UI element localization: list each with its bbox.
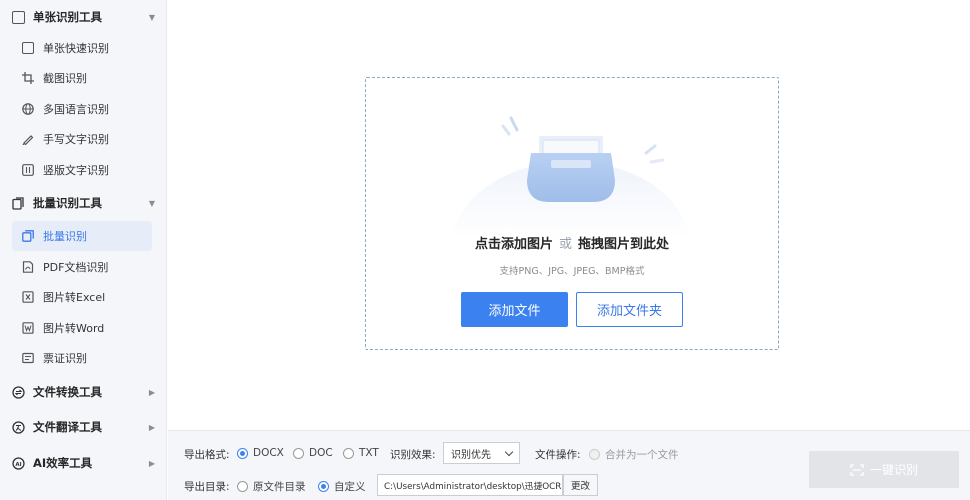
merge-into-one-radio[interactable]: 合并为一个文件 [589, 447, 679, 462]
sidebar-item-label: 截图识别 [43, 72, 87, 85]
sidebar-item-label: PDF文档识别 [43, 261, 109, 274]
export-settings-bar: 导出格式: DOCX DOC TXT 识别效果: 识别优先 文件操作: 合并为一… [168, 430, 970, 500]
upload-tray-illustration [451, 116, 691, 238]
chevron-right-icon: ▶ [148, 387, 155, 397]
radio-indicator [237, 447, 248, 459]
sidebar-item-label: 竖版文字识别 [43, 164, 109, 177]
radio-indicator [318, 481, 329, 492]
upload-title-or: 或 [558, 237, 572, 252]
excel-icon [22, 291, 34, 303]
sidebar-item-label: 图片转Excel [43, 291, 106, 304]
sidebar-item-label: 单张快速识别 [43, 42, 109, 55]
format-radio-docx[interactable]: DOCX [237, 447, 284, 459]
change-dir-button[interactable]: 更改 [563, 474, 598, 496]
group-ai-tools[interactable]: AI AI效率工具 ▶ [0, 450, 167, 476]
crop-icon [22, 72, 34, 84]
receipt-icon [22, 352, 34, 364]
radio-indicator [589, 449, 600, 460]
pdf-icon [22, 261, 34, 273]
one-click-recognize-button[interactable]: 一键识别 [809, 451, 959, 488]
sidebar-item-image-to-word[interactable]: 图片转Word [12, 313, 152, 343]
batch-icon [22, 230, 34, 242]
sidebar-item-quick-recognition[interactable]: 单张快速识别 [12, 33, 152, 63]
add-folder-button[interactable]: 添加文件夹 [576, 292, 683, 327]
dir-radio-custom[interactable]: 自定义 [318, 479, 366, 494]
merge-label: 合并为一个文件 [605, 449, 679, 461]
radio-indicator [293, 447, 304, 459]
sidebar-item-image-to-excel[interactable]: 图片转Excel [12, 282, 152, 312]
svg-text:AI: AI [15, 461, 21, 467]
export-dir-label: 导出目录: [184, 481, 230, 493]
sidebar-item-screenshot[interactable]: 截图识别 [12, 63, 152, 93]
export-path-field[interactable]: C:\Users\Administrator\desktop\迅捷OCR文 [377, 474, 563, 496]
drop-zone[interactable]: 点击添加图片或拖拽图片到此处 支持PNG、JPG、JPEG、BMP格式 添加文件… [365, 77, 779, 350]
sidebar-item-label: 多国语言识别 [43, 103, 109, 116]
sidebar-item-handwriting[interactable]: 手写文字识别 [12, 124, 152, 154]
run-label: 一键识别 [869, 463, 918, 477]
sidebar-item-label: 票证识别 [43, 352, 87, 365]
supported-formats-hint: 支持PNG、JPG、JPEG、BMP格式 [499, 266, 645, 277]
main-content: 点击添加图片或拖拽图片到此处 支持PNG、JPG、JPEG、BMP格式 添加文件… [168, 0, 970, 430]
chevron-right-icon: ▶ [148, 458, 155, 468]
format-radio-doc[interactable]: DOC [293, 447, 333, 459]
radio-indicator [343, 447, 354, 459]
group-batch-recognition[interactable]: 批量识别工具 ▼ [0, 190, 167, 216]
sidebar-item-label: 图片转Word [43, 322, 105, 335]
single-doc-icon [12, 10, 25, 24]
vertical-text-icon [22, 164, 34, 176]
sidebar-item-receipt[interactable]: 票证识别 [12, 343, 152, 373]
radio-indicator [237, 481, 248, 492]
format-label: TXT [359, 447, 379, 459]
upload-title-part1: 点击添加图片 [474, 237, 553, 252]
group-label: 文件翻译工具 [33, 420, 102, 434]
dir-option-label: 原文件目录 [253, 481, 306, 493]
chevron-down-icon: ▼ [148, 12, 155, 22]
sidebar-item-label: 手写文字识别 [43, 133, 109, 146]
upload-title: 点击添加图片或拖拽图片到此处 [366, 233, 778, 252]
format-radio-txt[interactable]: TXT [343, 447, 379, 459]
add-file-button[interactable]: 添加文件 [461, 292, 568, 327]
pen-icon [22, 133, 34, 146]
format-label: DOC [309, 447, 333, 459]
ocr-app-window: 单张识别工具 ▼ 单张快速识别 截图识别 多国语言识别 手写文字识别 竖版文字识… [0, 0, 970, 500]
group-label: AI效率工具 [33, 456, 93, 470]
translate-icon [12, 420, 25, 434]
dir-option-label: 自定义 [334, 481, 366, 493]
export-format-label: 导出格式: [184, 449, 230, 461]
file-operation-label: 文件操作: [535, 449, 581, 461]
sidebar-item-multilanguage[interactable]: 多国语言识别 [12, 94, 152, 124]
group-single-recognition[interactable]: 单张识别工具 ▼ [0, 4, 167, 30]
word-icon [22, 322, 34, 334]
group-label: 文件转换工具 [33, 385, 102, 399]
group-label: 单张识别工具 [33, 10, 102, 24]
sidebar-item-vertical-text[interactable]: 竖版文字识别 [12, 155, 152, 185]
scan-icon [850, 463, 864, 476]
ai-icon: AI [12, 456, 25, 470]
globe-icon [22, 103, 34, 115]
group-file-conversion[interactable]: 文件转换工具 ▶ [0, 379, 167, 405]
group-label: 批量识别工具 [33, 196, 102, 210]
sidebar-item-label: 批量识别 [43, 230, 87, 243]
document-icon [22, 42, 34, 54]
select-value: 识别优先 [451, 449, 491, 461]
convert-icon [12, 385, 25, 399]
chevron-down-icon: ▼ [148, 198, 155, 208]
upload-title-part2: 拖拽图片到此处 [578, 237, 670, 252]
sidebar: 单张识别工具 ▼ 单张快速识别 截图识别 多国语言识别 手写文字识别 竖版文字识… [0, 0, 167, 500]
chevron-down-icon [504, 447, 514, 457]
recognition-effect-select[interactable]: 识别优先 [443, 442, 520, 464]
format-label: DOCX [253, 447, 284, 459]
group-file-translation[interactable]: 文件翻译工具 ▶ [0, 414, 167, 440]
recognition-effect-label: 识别效果: [390, 449, 436, 461]
chevron-right-icon: ▶ [148, 422, 155, 432]
sidebar-item-batch[interactable]: 批量识别 [12, 221, 152, 251]
dir-radio-original[interactable]: 原文件目录 [237, 479, 306, 494]
sidebar-item-pdf[interactable]: PDF文档识别 [12, 252, 152, 282]
batch-docs-icon [12, 196, 25, 210]
